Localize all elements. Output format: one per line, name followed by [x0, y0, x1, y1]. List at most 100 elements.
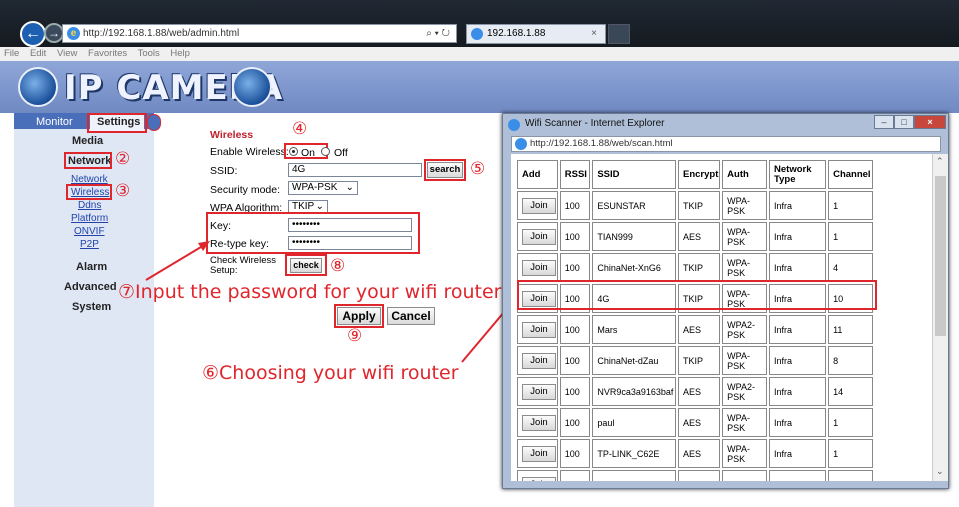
join-button[interactable]: Join — [522, 414, 556, 431]
cell-channel: 1 — [828, 222, 873, 251]
join-cell: Join — [517, 191, 558, 220]
table-row: Join 100 ESUNSTAR TKIP WPA-PSK Infra 1 — [517, 191, 873, 220]
cell-ssid: TP-LINK_C62E — [592, 439, 676, 468]
col-add: Add — [517, 160, 558, 189]
scroll-up-icon[interactable]: ⌃ — [936, 156, 944, 167]
ie-icon — [515, 138, 527, 150]
annotation-choose-router: ⑥Choosing your wifi router — [202, 362, 459, 384]
join-cell: Join — [517, 346, 558, 375]
cell-auth: WPA-PSK — [722, 439, 768, 468]
table-header-row: Add RSSI SSID Encrypt Auth Network Type … — [517, 160, 873, 189]
join-cell: Join — [517, 377, 558, 406]
popup-address-bar[interactable]: http://192.168.1.88/web/scan.html — [511, 136, 941, 152]
cell-channel: 11 — [828, 315, 873, 344]
join-button[interactable]: Join — [522, 476, 556, 481]
cell-channel: 14 — [828, 377, 873, 406]
cell-channel: 4 — [828, 253, 873, 282]
cell-encrypt: TKIP — [678, 346, 721, 375]
cell-rssi: 100 — [559, 346, 591, 375]
cell-encrypt: TKIP — [678, 253, 721, 282]
cell-network-type: Infra — [769, 191, 827, 220]
cell-encrypt: AES — [678, 315, 721, 344]
cell-network-type: Infra — [769, 253, 827, 282]
table-row: Join 100 NVR9ca3a9163baf AES WPA2-PSK Infra 14 — [517, 377, 873, 406]
table-row: Join WPA- — [517, 470, 873, 481]
cell-auth: WPA-PSK — [722, 191, 768, 220]
join-button[interactable]: Join — [522, 228, 556, 245]
cell-auth: WPA- — [722, 470, 768, 481]
highlight-box-selected-row — [517, 280, 877, 310]
cell-rssi: 100 — [559, 191, 591, 220]
cell-network-type: Infra — [769, 377, 827, 406]
scroll-down-icon[interactable]: ⌄ — [936, 466, 944, 477]
cell-auth: WPA-PSK — [722, 346, 768, 375]
cell-ssid: TIAN999 — [592, 222, 676, 251]
cell-encrypt: AES — [678, 377, 721, 406]
table-row: Join 100 ChinaNet-XnG6 TKIP WPA-PSK Infra 4 — [517, 253, 873, 282]
scrollbar-thumb[interactable] — [935, 176, 946, 336]
join-cell: Join — [517, 222, 558, 251]
popup-title: Wifi Scanner - Internet Explorer — [525, 118, 665, 129]
table-row: Join 100 ChinaNet-dZau TKIP WPA-PSK Infra 8 — [517, 346, 873, 375]
cell-auth: WPA-PSK — [722, 222, 768, 251]
cell-auth: WPA-PSK — [722, 408, 768, 437]
col-rssi: RSSI — [559, 160, 591, 189]
cell-rssi: 100 — [559, 253, 591, 282]
cell-ssid: ChinaNet-dZau — [592, 346, 676, 375]
cell-ssid: paul — [592, 408, 676, 437]
cell-encrypt: TKIP — [678, 191, 721, 220]
arrow-to-key — [145, 243, 207, 281]
wifi-scanner-window: Wifi Scanner - Internet Explorer – □ × h… — [502, 113, 949, 489]
table-body: Join 100 ESUNSTAR TKIP WPA-PSK Infra 1 Join 100 T… — [517, 191, 873, 481]
maximize-icon[interactable]: □ — [894, 115, 914, 129]
cell-encrypt: AES — [678, 222, 721, 251]
join-button[interactable]: Join — [522, 383, 556, 400]
cell-network-type: Infra — [769, 222, 827, 251]
popup-url: http://192.168.1.88/web/scan.html — [530, 138, 673, 149]
cell-network-type: Infra — [769, 439, 827, 468]
cell-encrypt: AES — [678, 439, 721, 468]
cell-encrypt — [678, 470, 721, 481]
cell-network-type: Infra — [769, 346, 827, 375]
cell-auth: WPA2-PSK — [722, 315, 768, 344]
cell-network-type: Infra — [769, 408, 827, 437]
cell-auth: WPA2-PSK — [722, 377, 768, 406]
cell-auth: WPA-PSK — [722, 253, 768, 282]
join-button[interactable]: Join — [522, 321, 556, 338]
join-cell: Join — [517, 470, 558, 481]
table-row: Join 100 paul AES WPA-PSK Infra 1 — [517, 408, 873, 437]
cell-encrypt: AES — [678, 408, 721, 437]
cell-rssi: 100 — [559, 439, 591, 468]
cell-ssid: NVR9ca3a9163baf — [592, 377, 676, 406]
cell-ssid — [592, 470, 676, 481]
col-encrypt: Encrypt — [678, 160, 721, 189]
join-cell: Join — [517, 253, 558, 282]
cell-rssi: 100 — [559, 315, 591, 344]
table-row: Join 100 TIAN999 AES WPA-PSK Infra 1 — [517, 222, 873, 251]
scrollbar[interactable]: ⌃ ⌄ — [932, 154, 948, 481]
join-button[interactable]: Join — [522, 197, 556, 214]
join-button[interactable]: Join — [522, 259, 556, 276]
annotation-input-password: ⑦Input the password for your wifi router — [118, 281, 502, 303]
arrowhead-icon — [198, 241, 210, 251]
minimize-icon[interactable]: – — [874, 115, 894, 129]
cell-channel — [828, 470, 873, 481]
table-row: Join 100 Mars AES WPA2-PSK Infra 11 — [517, 315, 873, 344]
col-auth: Auth — [722, 160, 768, 189]
cell-ssid: ESUNSTAR — [592, 191, 676, 220]
cell-channel: 1 — [828, 191, 873, 220]
cell-channel: 1 — [828, 408, 873, 437]
join-button[interactable]: Join — [522, 352, 556, 369]
join-cell: Join — [517, 408, 558, 437]
cell-rssi: 100 — [559, 408, 591, 437]
join-button[interactable]: Join — [522, 445, 556, 462]
cell-rssi: 100 — [559, 377, 591, 406]
col-network-type: Network Type — [769, 160, 827, 189]
join-cell: Join — [517, 439, 558, 468]
cell-channel: 1 — [828, 439, 873, 468]
cell-rssi — [559, 470, 591, 481]
close-icon[interactable]: × — [914, 115, 946, 129]
cell-network-type: Infra — [769, 315, 827, 344]
cell-ssid: ChinaNet-XnG6 — [592, 253, 676, 282]
cell-ssid: Mars — [592, 315, 676, 344]
